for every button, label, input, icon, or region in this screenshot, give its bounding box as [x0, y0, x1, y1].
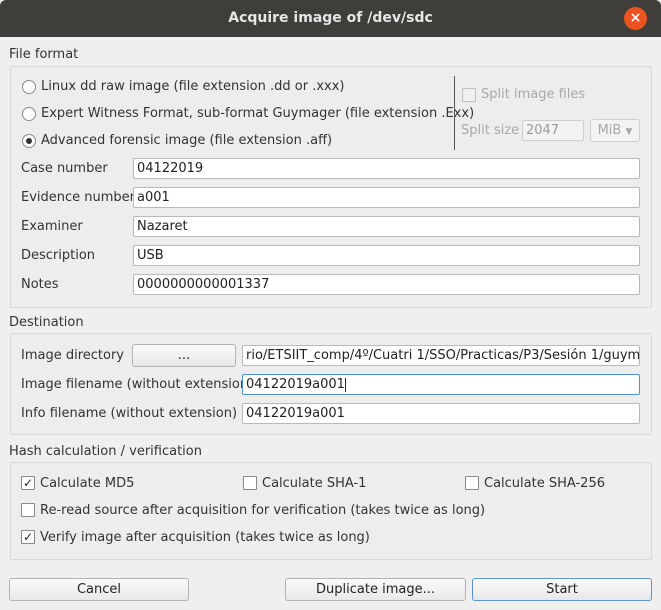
info-filename-input[interactable]: 04122019a001 [242, 403, 640, 424]
radio-expert-witness-label[interactable]: Expert Witness Format, sub-format Guymag… [41, 106, 474, 121]
verify-label[interactable]: Verify image after acquisition (takes tw… [40, 530, 370, 545]
split-image-checkbox[interactable] [462, 88, 476, 102]
sha1-label[interactable]: Calculate SHA-1 [262, 476, 366, 491]
notes-label: Notes [21, 277, 59, 292]
info-filename-label: Info filename (without extension) [21, 406, 238, 421]
image-filename-label: Image filename (without extension) [21, 377, 254, 392]
destination-label: Destination [9, 315, 84, 330]
image-directory-label: Image directory [21, 348, 125, 363]
duplicate-image-button[interactable]: Duplicate image... [285, 578, 466, 601]
examiner-label: Examiner [21, 219, 83, 234]
window-title: Acquire image of /dev/sdc [228, 10, 433, 26]
case-number-input[interactable]: 04122019 [133, 158, 640, 179]
evidence-number-label: Evidence number [21, 190, 136, 205]
case-number-label: Case number [21, 161, 108, 176]
notes-input[interactable]: 0000000000001337 [133, 274, 640, 295]
text-caret [344, 377, 346, 392]
radio-expert-witness[interactable] [22, 107, 36, 121]
split-size-input[interactable]: 2047 [522, 120, 584, 141]
verify-checkbox[interactable]: ✓ [21, 530, 35, 544]
split-size-label: Split size [461, 123, 520, 138]
image-directory-input[interactable]: rio/ETSIIT_comp/4º/Cuatri 1/SSO/Practica… [242, 345, 640, 366]
hash-label: Hash calculation / verification [9, 444, 202, 459]
md5-checkbox[interactable]: ✓ [21, 476, 35, 490]
split-unit-select[interactable]: MiB ▼ [590, 119, 640, 142]
description-label: Description [21, 248, 96, 263]
md5-label[interactable]: Calculate MD5 [40, 476, 134, 491]
radio-aff-label[interactable]: Advanced forensic image (file extension … [41, 133, 332, 148]
title-bar: Acquire image of /dev/sdc × [0, 0, 661, 37]
radio-linux-dd[interactable] [22, 80, 36, 94]
chevron-down-icon: ▼ [625, 127, 633, 137]
examiner-input[interactable]: Nazaret [133, 216, 640, 237]
image-filename-value: 04122019a001 [246, 377, 345, 392]
split-image-label: Split image files [481, 87, 586, 102]
cancel-button[interactable]: Cancel [9, 578, 189, 601]
image-filename-input[interactable]: 04122019a001 [242, 374, 640, 395]
description-input[interactable]: USB [133, 245, 640, 266]
start-button[interactable]: Start [472, 578, 652, 601]
sha256-checkbox[interactable] [465, 476, 479, 490]
reread-label[interactable]: Re-read source after acquisition for ver… [40, 503, 485, 518]
radio-linux-dd-label[interactable]: Linux dd raw image (file extension .dd o… [41, 79, 345, 94]
format-divider [454, 76, 455, 150]
evidence-number-input[interactable]: a001 [133, 187, 640, 208]
file-format-label: File format [9, 47, 79, 62]
reread-checkbox[interactable] [21, 503, 35, 517]
close-icon[interactable]: × [624, 7, 647, 30]
sha1-checkbox[interactable] [243, 476, 257, 490]
split-unit-value: MiB [597, 123, 622, 138]
sha256-label[interactable]: Calculate SHA-256 [484, 476, 605, 491]
radio-aff[interactable] [22, 134, 36, 148]
browse-directory-button[interactable]: ... [132, 344, 236, 367]
